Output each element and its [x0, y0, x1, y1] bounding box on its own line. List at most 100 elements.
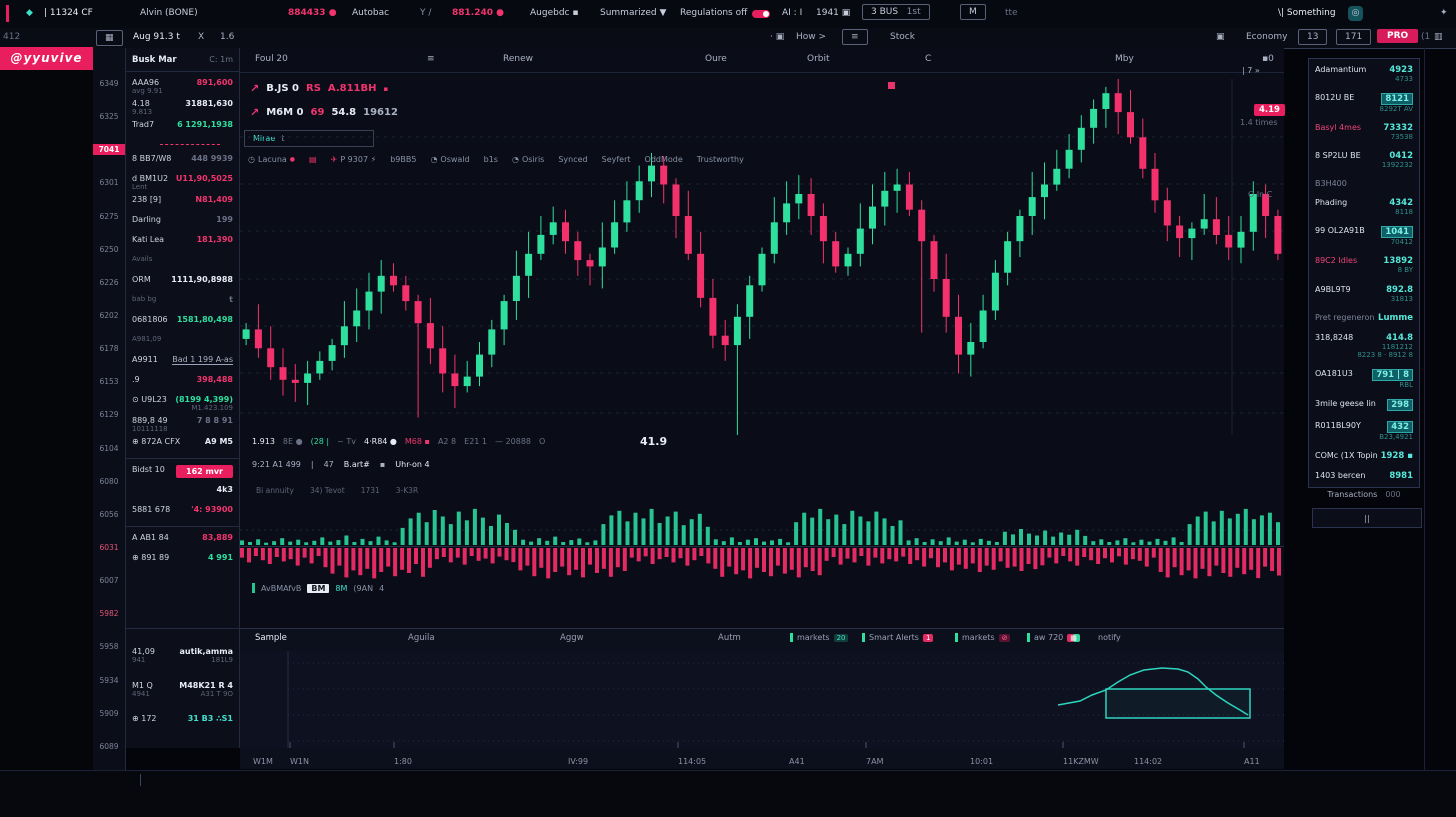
stats-row[interactable]: Pret regeneron Lumme: [1309, 311, 1419, 325]
pair-label[interactable]: Autobac: [352, 8, 389, 18]
regulations-toggle[interactable]: [752, 10, 770, 18]
instrument-label[interactable]: Augebdc ▪: [530, 8, 578, 18]
stats-row[interactable]: COMc (1X Topin 1928 ▪: [1309, 449, 1419, 463]
ladder-price[interactable]: 6153: [93, 376, 125, 387]
watchlist-row[interactable]: Trad7 6 1291,1938: [126, 118, 239, 138]
ladder-price[interactable]: 6089: [93, 741, 125, 752]
chart-column-label[interactable]: Renew: [503, 54, 533, 64]
stats-row[interactable]: R011BL90Y 432 B23,4921: [1309, 419, 1419, 443]
watchlist-row[interactable]: 238 [9] N81,409: [126, 193, 239, 213]
position-row[interactable]: M1 Q 4941 M48K21 R 4 A31 T 9O: [126, 679, 239, 700]
bottom-tab[interactable]: Aguila: [408, 633, 435, 643]
team-label[interactable]: \| Something: [1278, 8, 1336, 18]
chart-column-label[interactable]: C: [925, 54, 931, 64]
menu-icon[interactable]: ≡: [842, 29, 868, 45]
app-icon[interactable]: ◎: [1348, 6, 1363, 21]
panel-icon[interactable]: ▣: [1216, 32, 1225, 42]
account-label[interactable]: Alvin (BONE): [140, 8, 198, 18]
chart-column-label[interactable]: Foul 20: [255, 54, 288, 64]
watchlist-row[interactable]: bab bg t: [126, 293, 239, 313]
pro-button[interactable]: PRO: [1377, 29, 1418, 43]
segment-b-button[interactable]: 171: [1336, 29, 1371, 45]
ladder-price[interactable]: 6104: [93, 443, 125, 454]
stats-row[interactable]: B3H400: [1309, 177, 1419, 190]
stats-row[interactable]: 99 OL2A91B 1041 70412: [1309, 224, 1419, 248]
watchlist-row[interactable]: 0681806 1581,80,498: [126, 313, 239, 333]
buy-value[interactable]: 881.240 ●: [452, 8, 504, 18]
ladder-price[interactable]: 6226: [93, 277, 125, 288]
stats-row[interactable]: 8 SP2LU BE 0412 1392232: [1309, 149, 1419, 171]
stats-row[interactable]: 1403 bercen 8981: [1309, 469, 1419, 483]
watchlist-row[interactable]: ⊕ 891 89 4 991: [126, 551, 239, 571]
bottom-tab-item[interactable]: notify: [1098, 633, 1121, 642]
mode-button[interactable]: M: [960, 4, 986, 20]
watchlist-row[interactable]: [126, 138, 239, 152]
volume-chart[interactable]: [240, 503, 1284, 581]
ladder-price[interactable]: 6178: [93, 343, 125, 354]
bottom-tab-item[interactable]: markets ⊘: [955, 633, 1010, 642]
candlestick-chart[interactable]: [240, 79, 1284, 435]
bottom-tab-item[interactable]: Smart Alerts 1: [862, 633, 933, 642]
watchlist-row[interactable]: Bidst 10 162 mvr: [126, 463, 239, 483]
watchlist-row[interactable]: AAA96 avg 9.91 891,600: [126, 76, 239, 97]
bus-button[interactable]: 3 BUS 1st: [862, 4, 930, 20]
ladder-price[interactable]: 7041: [93, 144, 125, 155]
stats-row[interactable]: Adamantium 4923 4733: [1309, 63, 1419, 85]
ladder-price[interactable]: 5958: [93, 641, 125, 652]
watchlist-row[interactable]: Kati Lea 181,390: [126, 233, 239, 253]
ladder-price[interactable]: 6031: [93, 542, 125, 553]
watchlist-row[interactable]: A9911 Bad 1 199 A-as: [126, 353, 239, 373]
stock-button[interactable]: Stock: [890, 32, 915, 42]
watchlist-row[interactable]: 889,8 49 10111118 7 8 8 91: [126, 414, 239, 435]
watchlist-row[interactable]: A AB1 84 83,889: [126, 531, 239, 551]
bell-icon[interactable]: ✦: [1440, 8, 1448, 18]
ladder-price[interactable]: 6275: [93, 211, 125, 222]
ladder-price[interactable]: 5982: [93, 608, 125, 619]
watchlist-row[interactable]: 4.18 9.813 31881,630: [126, 97, 239, 118]
chart-column-label[interactable]: Oure: [705, 54, 727, 64]
stats-row[interactable]: Basyl 4mes 73332 73538: [1309, 121, 1419, 143]
brand-logo[interactable]: @yyuvive: [0, 47, 93, 70]
watchlist-row[interactable]: Darling 199: [126, 213, 239, 233]
watchlist-row[interactable]: ⊙ U9L23 (8199 4,399) M1.423.109: [126, 393, 239, 414]
bottom-tab-item[interactable]: aw 720 ▦: [1027, 633, 1080, 642]
layout-grid-icon[interactable]: ▥: [1434, 32, 1443, 42]
chart-column-label[interactable]: Orbit: [807, 54, 830, 64]
watchlist-row[interactable]: ORM 1111,90,8988: [126, 273, 239, 293]
stats-row[interactable]: OA181U3 791 | 8 RBL: [1309, 367, 1419, 391]
x-button[interactable]: X: [198, 32, 204, 42]
watchlist-row[interactable]: 8 BB7/W8 448 9939: [126, 152, 239, 172]
sidebar-search-input[interactable]: [1312, 508, 1422, 528]
watchlist-row[interactable]: .9 398,488: [126, 373, 239, 393]
economy-button[interactable]: Economy: [1246, 32, 1287, 42]
stats-row[interactable]: 318,8248 414.8 1181212 8223 8 · 8912 8: [1309, 331, 1419, 361]
ladder-price[interactable]: 6349: [93, 78, 125, 89]
how-button[interactable]: How >: [796, 32, 826, 42]
sell-value[interactable]: 884433 ●: [288, 8, 337, 18]
stats-row[interactable]: 89C2 Idles 13892 8 BY: [1309, 254, 1419, 276]
volume-indicator-label[interactable]: AvBMAfvB BM 8M (9AN 4: [252, 583, 384, 593]
watchlist-row[interactable]: Avails: [126, 253, 239, 273]
chart-column-label[interactable]: ▪0: [1262, 54, 1274, 64]
ladder-price[interactable]: 6080: [93, 476, 125, 487]
chart-column-label[interactable]: Mby: [1115, 54, 1134, 64]
position-row[interactable]: ⊕ 172 31 B3 ∴S1: [126, 712, 239, 732]
ladder-price[interactable]: 6129: [93, 409, 125, 420]
grid-view-icon[interactable]: ▦: [96, 30, 123, 46]
bottom-tab[interactable]: Sample: [255, 633, 287, 643]
watchlist-row[interactable]: A981,09: [126, 333, 239, 353]
watchlist-row[interactable]: d BM1U2 Lent U11,90,5025: [126, 172, 239, 193]
ladder-price[interactable]: 6250: [93, 244, 125, 255]
ladder-price[interactable]: 6007: [93, 575, 125, 586]
segment-a-button[interactable]: 13: [1298, 29, 1327, 45]
ladder-price[interactable]: 6301: [93, 177, 125, 188]
date-label[interactable]: Aug 91.3 t: [133, 32, 180, 42]
summary-dropdown[interactable]: Summarized ▼: [600, 8, 666, 18]
overview-line-chart[interactable]: [240, 651, 1284, 748]
ladder-price[interactable]: 6325: [93, 111, 125, 122]
stats-row[interactable]: A9BL9T9 892.8 31813: [1309, 283, 1419, 305]
watchlist-row[interactable]: 5881 678 '4: 93900: [126, 503, 239, 523]
stats-row[interactable]: 8012U BE 8121 8292T AV: [1309, 91, 1419, 115]
bottom-tab[interactable]: Aggw: [560, 633, 584, 643]
stats-row[interactable]: Phading 4342 8118: [1309, 196, 1419, 218]
